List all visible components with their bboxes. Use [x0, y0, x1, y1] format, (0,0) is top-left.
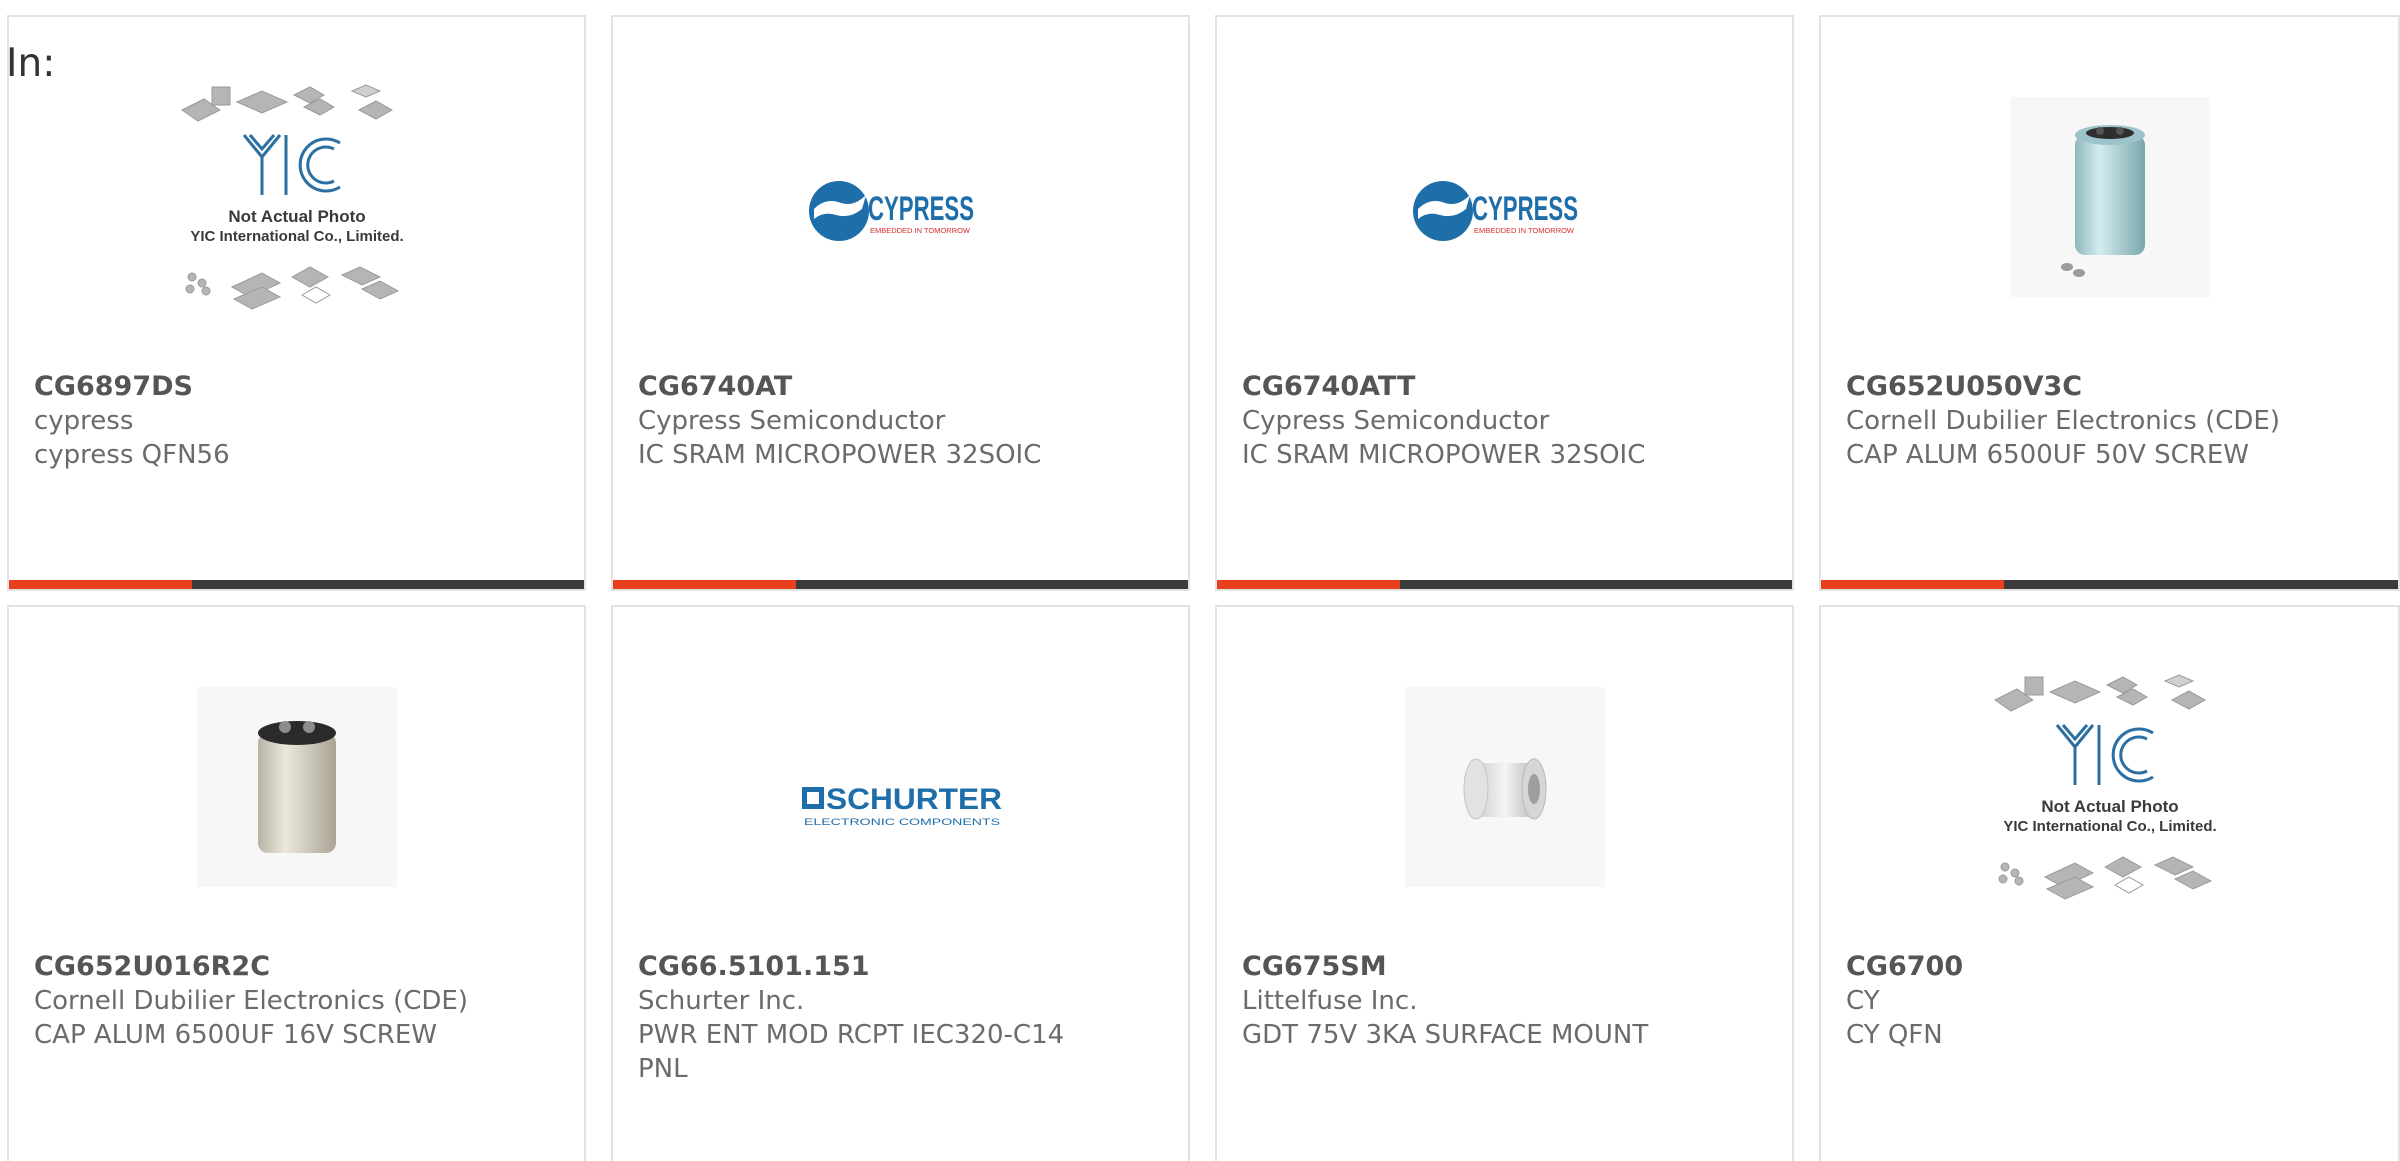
manufacturer: Cypress Semiconductor — [1242, 406, 1550, 436]
yic-placeholder-image: Not Actual Photo YIC International Co., … — [162, 77, 432, 337]
yic-line2: YIC International Co., Limited. — [190, 228, 403, 245]
cypress-brand: CYPRESS — [1472, 190, 1578, 228]
product-card[interactable]: SCHURTER ELECTRONIC COMPONENTS CG66.5101… — [611, 605, 1190, 1161]
yic-line1: Not Actual Photo — [228, 207, 365, 226]
manufacturer: Cornell Dubilier Electronics (CDE) — [34, 986, 468, 1016]
description: CAP ALUM 6500UF 16V SCREW — [34, 1020, 437, 1050]
gdt-component-image — [1370, 667, 1640, 927]
description: GDT 75V 3KA SURFACE MOUNT — [1242, 1020, 1649, 1050]
cypress-logo-image: CYPRESS EMBEDDED IN TOMORROW — [766, 77, 1036, 337]
product-card[interactable]: Not Actual Photo YIC International Co., … — [7, 15, 586, 591]
product-card[interactable]: CG652U016R2C Cornell Dubilier Electronic… — [7, 605, 586, 1161]
card-progress-bar — [1217, 580, 1792, 589]
card-progress-bar — [9, 580, 584, 589]
manufacturer: Cypress Semiconductor — [638, 406, 946, 436]
manufacturer: Littelfuse Inc. — [1242, 986, 1418, 1016]
schurter-brand: SCHURTER — [826, 783, 1002, 816]
part-number[interactable]: CG66.5101.151 — [638, 950, 1163, 984]
schurter-tagline: ELECTRONIC COMPONENTS — [804, 817, 1000, 827]
description: CAP ALUM 6500UF 50V SCREW — [1846, 440, 2249, 470]
part-number[interactable]: CG652U050V3C — [1846, 370, 2373, 404]
cypress-brand: CYPRESS — [868, 190, 974, 228]
yic-line2: YIC International Co., Limited. — [2003, 818, 2216, 835]
part-number[interactable]: CG6700 — [1846, 950, 2373, 984]
part-number[interactable]: CG6740AT — [638, 370, 1163, 404]
part-number[interactable]: CG675SM — [1242, 950, 1767, 984]
yic-line1: Not Actual Photo — [2041, 797, 2178, 816]
yic-placeholder-image: Not Actual Photo YIC International Co., … — [1975, 667, 2245, 927]
cypress-tagline: EMBEDDED IN TOMORROW — [1474, 228, 1574, 235]
cypress-tagline: EMBEDDED IN TOMORROW — [870, 228, 970, 235]
manufacturer: CY — [1846, 986, 1880, 1016]
capacitor-blue-image — [1975, 77, 2245, 337]
description: PWR ENT MOD RCPT IEC320-C14 PNL — [638, 1020, 1065, 1084]
card-progress-bar — [613, 580, 1188, 589]
product-card[interactable]: CG675SM Littelfuse Inc. GDT 75V 3KA SURF… — [1215, 605, 1794, 1161]
description: cypress QFN56 — [34, 440, 230, 470]
description: CY QFN — [1846, 1020, 1943, 1050]
in-label: In: — [6, 41, 56, 86]
product-card[interactable]: CG652U050V3C Cornell Dubilier Electronic… — [1819, 15, 2400, 591]
product-card[interactable]: CYPRESS EMBEDDED IN TOMORROW CG6740AT Cy… — [611, 15, 1190, 591]
product-card[interactable]: CYPRESS EMBEDDED IN TOMORROW CG6740ATT C… — [1215, 15, 1794, 591]
manufacturer: cypress — [34, 406, 134, 436]
capacitor-beige-image — [162, 667, 432, 927]
manufacturer: Cornell Dubilier Electronics (CDE) — [1846, 406, 2280, 436]
schurter-logo-image: SCHURTER ELECTRONIC COMPONENTS — [766, 667, 1036, 927]
part-number[interactable]: CG6897DS — [34, 370, 559, 404]
card-progress-bar — [1821, 580, 2398, 589]
description: IC SRAM MICROPOWER 32SOIC — [638, 440, 1042, 470]
product-card[interactable]: Not Actual Photo YIC International Co., … — [1819, 605, 2400, 1161]
part-number[interactable]: CG652U016R2C — [34, 950, 559, 984]
manufacturer: Schurter Inc. — [638, 986, 805, 1016]
description: IC SRAM MICROPOWER 32SOIC — [1242, 440, 1646, 470]
part-number[interactable]: CG6740ATT — [1242, 370, 1767, 404]
cypress-logo-image: CYPRESS EMBEDDED IN TOMORROW — [1370, 77, 1640, 337]
